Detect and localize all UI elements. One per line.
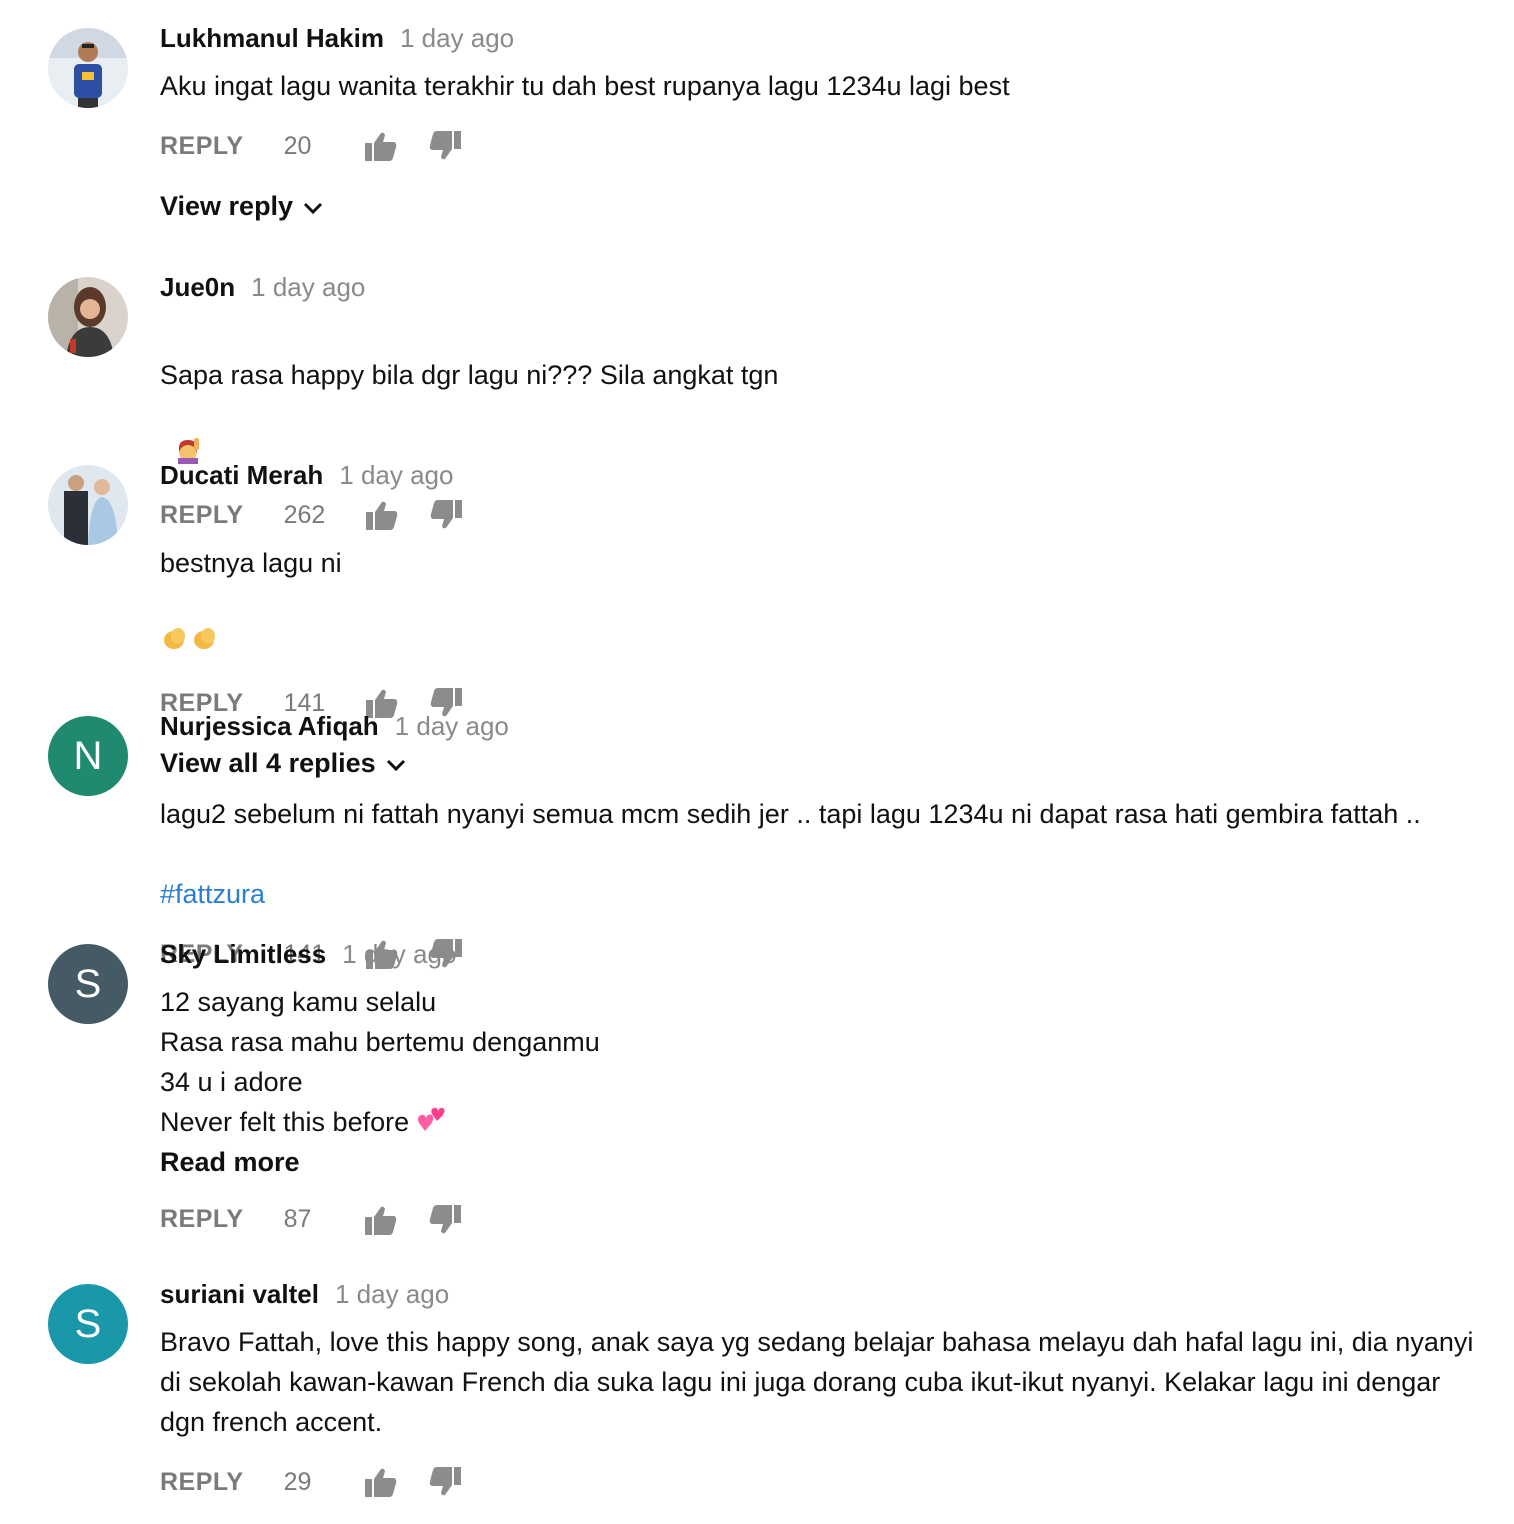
comment-author[interactable]: Sky Limitless xyxy=(160,939,326,970)
like-count: 29 xyxy=(283,1467,312,1496)
comment-text-line-with-emoji: Never felt this before xyxy=(160,1102,1474,1144)
comment-author[interactable]: Ducati Merah xyxy=(160,460,323,491)
avatar-letter: N xyxy=(73,733,103,778)
view-replies-label: View reply xyxy=(160,190,294,221)
avatar[interactable] xyxy=(48,28,128,108)
clapping-hands-emoji xyxy=(160,583,220,663)
comment-text-content: bestnya lagu ni xyxy=(160,548,342,578)
comment-timestamp[interactable]: 1 day ago xyxy=(339,460,453,491)
comment-author[interactable]: Nurjessica Afiqah xyxy=(160,711,379,742)
comment-timestamp[interactable]: 1 day ago xyxy=(395,711,509,742)
comment-text-line: 34 u i adore xyxy=(160,1067,303,1097)
thumb-up-icon[interactable] xyxy=(364,129,398,163)
thumb-down-icon[interactable] xyxy=(428,1203,462,1237)
avatar[interactable]: S xyxy=(48,944,128,1024)
comment-timestamp[interactable]: 1 day ago xyxy=(400,23,514,54)
like-count: 20 xyxy=(283,131,312,160)
reply-button[interactable]: REPLY xyxy=(160,132,244,161)
two-hearts-emoji xyxy=(417,1104,447,1144)
avatar[interactable]: S xyxy=(48,1284,128,1364)
comment-text-content: lagu2 sebelum ni fattah nyanyi semua mcm… xyxy=(160,799,1421,829)
comment-text: 12 sayang kamu selalu Rasa rasa mahu ber… xyxy=(160,982,1474,1144)
comment-text: lagu2 sebelum ni fattah nyanyi semua mcm… xyxy=(160,754,1474,914)
reply-button[interactable]: REPLY xyxy=(160,1468,244,1497)
comment-text: Aku ingat lagu wanita terakhir tu dah be… xyxy=(160,71,1010,101)
avatar[interactable] xyxy=(48,277,128,357)
comment-text-line: 12 sayang kamu selalu xyxy=(160,987,437,1017)
read-more-button[interactable]: Read more xyxy=(160,1144,1474,1180)
thumb-down-icon[interactable] xyxy=(428,129,462,163)
reply-button[interactable]: REPLY xyxy=(160,1205,244,1234)
comment-author[interactable]: Jue0n xyxy=(160,272,235,303)
view-replies-button[interactable]: View reply xyxy=(160,186,1474,226)
thumb-up-icon[interactable] xyxy=(364,1465,398,1499)
avatar-letter: S xyxy=(74,1301,102,1346)
comment-text-line: Rasa rasa mahu bertemu denganmu xyxy=(160,1027,600,1057)
like-count: 87 xyxy=(283,1205,312,1234)
avatar[interactable] xyxy=(48,465,128,545)
comment-author[interactable]: Lukhmanul Hakim xyxy=(160,23,384,54)
comment-timestamp[interactable]: 1 day ago xyxy=(342,939,456,970)
comment-timestamp[interactable]: 1 day ago xyxy=(251,272,365,303)
thumb-down-icon[interactable] xyxy=(428,1465,462,1499)
chevron-down-icon xyxy=(303,191,323,222)
avatar[interactable]: N xyxy=(48,716,128,796)
comment-text: bestnya lagu ni xyxy=(160,503,1474,663)
comment-text-line: Never felt this before xyxy=(160,1107,410,1137)
avatar-letter: S xyxy=(74,961,102,1006)
comment-timestamp[interactable]: 1 day ago xyxy=(335,1279,449,1310)
comment-author[interactable]: suriani valtel xyxy=(160,1279,319,1310)
hashtag-link[interactable]: #fattzura xyxy=(160,879,265,909)
thumb-up-icon[interactable] xyxy=(364,1203,398,1237)
comment-text: Bravo Fattah, love this happy song, anak… xyxy=(160,1327,1474,1437)
comment-text-content: Sapa rasa happy bila dgr lagu ni??? Sila… xyxy=(160,360,779,390)
comment-text: Sapa rasa happy bila dgr lagu ni??? Sila… xyxy=(160,315,1474,475)
